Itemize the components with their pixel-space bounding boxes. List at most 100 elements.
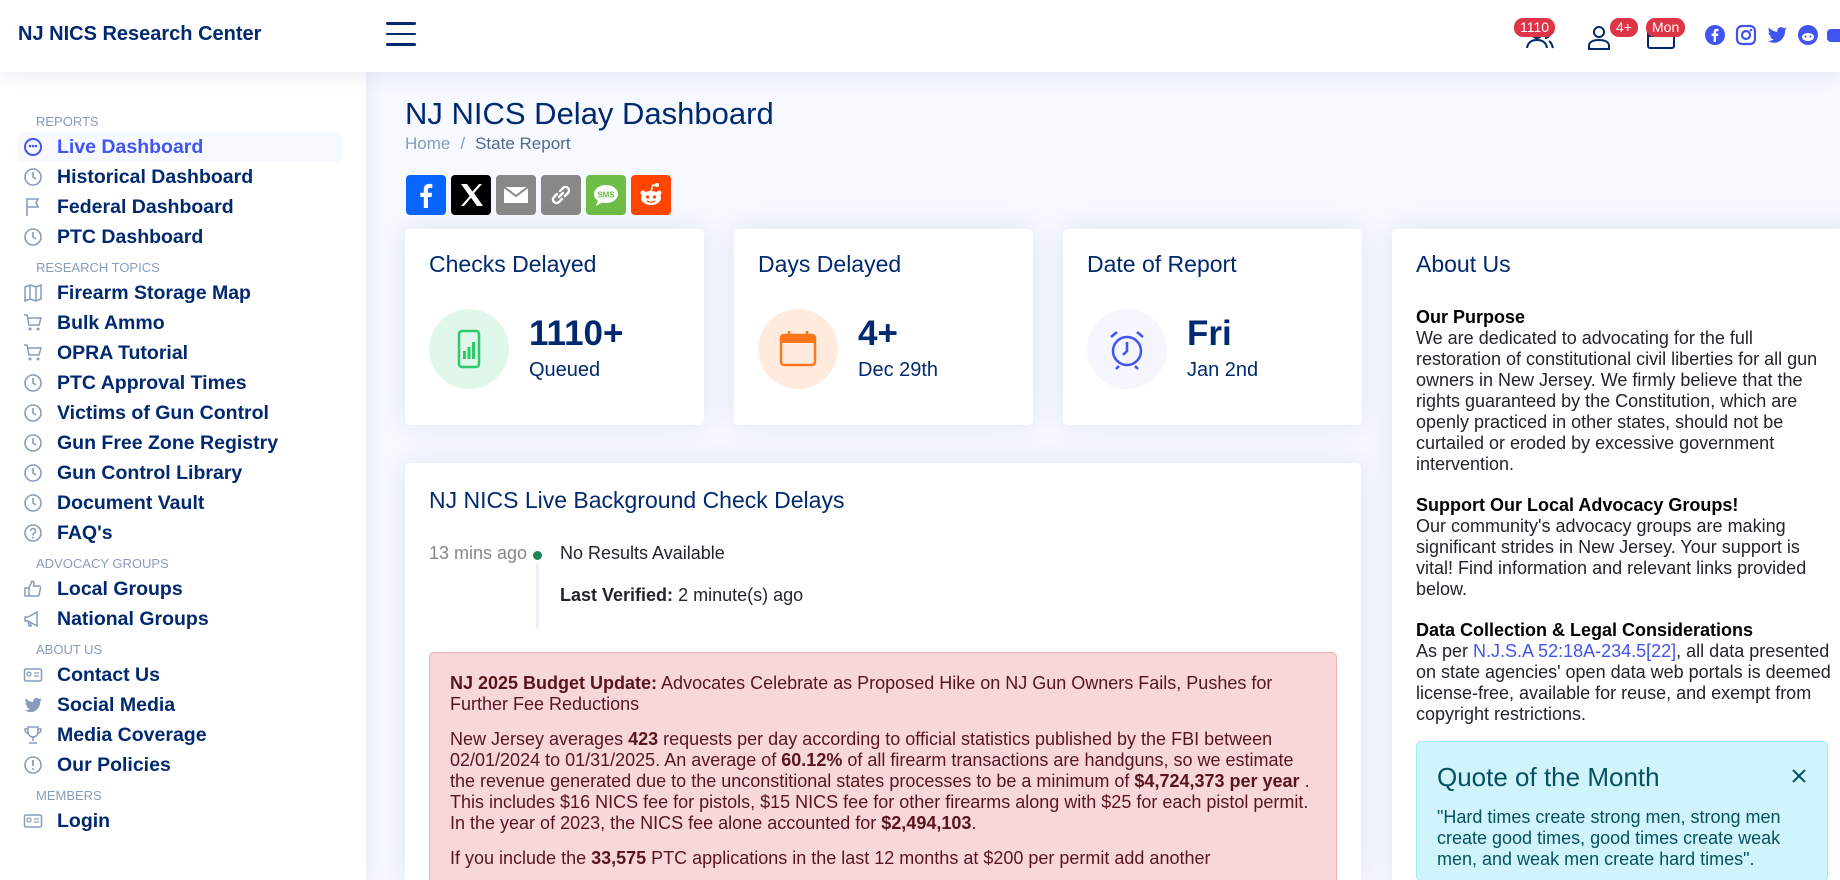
days-badge: 4+ (1610, 18, 1638, 37)
breadcrumb-home-link[interactable]: Home (405, 134, 450, 153)
breadcrumb: Home / State Report (405, 134, 571, 154)
sidebar-item-label: FAQ's (57, 521, 113, 544)
question-circle-icon (22, 522, 44, 544)
last-verified-label: Last Verified: (560, 585, 674, 605)
card-title: NJ NICS Live Background Check Delays (429, 487, 845, 513)
breadcrumb-current: State Report (475, 134, 571, 153)
sidebar-item-firearm-storage-map[interactable]: Firearm Storage Map (18, 278, 342, 308)
sidebar-item-label: Document Vault (57, 491, 205, 514)
alert-bold: $2,494,103 (881, 813, 972, 833)
share-reddit-button[interactable] (631, 175, 671, 215)
svg-text:SMS: SMS (597, 191, 615, 200)
reddit-icon[interactable] (1797, 24, 1819, 46)
share-copy-link-button[interactable] (541, 175, 581, 215)
sidebar-item-live-dashboard[interactable]: Live Dashboard (18, 132, 342, 162)
hamburger-line (386, 32, 416, 35)
support-heading: Support Our Local Advocacy Groups! (1416, 495, 1739, 515)
sidebar-item-ptc-approval-times[interactable]: PTC Approval Times (18, 368, 342, 398)
date-of-report-card: Date of Report Fri Jan 2nd (1063, 229, 1362, 425)
queued-users-nav-button[interactable]: 1110 (1514, 18, 1559, 50)
alert-paragraph: New Jersey averages 423 requests per day… (450, 729, 1316, 834)
checks-delayed-sub: Queued (529, 359, 601, 381)
contact-card-icon (22, 664, 44, 686)
sidebar-item-label: Victims of Gun Control (57, 401, 269, 424)
sidebar-item-social-media[interactable]: Social Media (18, 690, 342, 720)
sidebar-item-label: National Groups (57, 607, 209, 630)
sidebar-item-ptc-dashboard[interactable]: PTC Dashboard (18, 222, 342, 252)
brand-logo-text[interactable]: NJ NICS Research Center (18, 23, 261, 46)
sidebar-item-label: Bulk Ammo (57, 311, 165, 334)
sidebar-item-opra-tutorial[interactable]: OPRA Tutorial (18, 338, 342, 368)
sidebar-item-label: Our Policies (57, 753, 171, 776)
days-nav-button[interactable]: 4+ (1586, 18, 1638, 50)
facebook-icon (420, 183, 433, 208)
sidebar-item-victims-of-gun-control[interactable]: Victims of Gun Control (18, 398, 342, 428)
sms-icon: SMS (594, 185, 618, 206)
sidebar-item-bulk-ammo[interactable]: Bulk Ammo (18, 308, 342, 338)
sidebar-item-label: Live Dashboard (57, 135, 204, 158)
sidebar-item-gun-control-library[interactable]: Gun Control Library (18, 458, 342, 488)
flag-icon (22, 196, 44, 218)
sidebar-item-our-policies[interactable]: Our Policies (18, 750, 342, 780)
contact-card-icon (22, 810, 44, 832)
alert-bold: 423 (628, 729, 659, 749)
sidebar-heading-research: RESEARCH TOPICS (36, 260, 160, 275)
sidebar-item-gun-free-zone-registry[interactable]: Gun Free Zone Registry (18, 428, 342, 458)
sidebar-heading-reports: REPORTS (36, 114, 99, 129)
sidebar-heading-about: ABOUT US (36, 642, 103, 657)
calendar-nav-button[interactable]: Mon (1646, 18, 1686, 50)
checks-delayed-value: 1110+ (529, 314, 624, 353)
youtube-icon[interactable] (1826, 24, 1840, 46)
queued-badge: 1110 (1514, 18, 1556, 37)
statute-link[interactable]: N.J.S.A 52:18A-234.5[22] (1473, 641, 1676, 661)
last-verified-value: 2 minute(s) ago (678, 585, 804, 605)
sidebar-item-label: Federal Dashboard (57, 195, 234, 218)
about-us-card: About Us Our Purpose We are dedicated to… (1392, 229, 1840, 880)
sidebar-item-local-groups[interactable]: Local Groups (18, 574, 342, 604)
card-title: Days Delayed (758, 251, 902, 277)
alert-headline: NJ 2025 Budget Update: Advocates Celebra… (450, 673, 1316, 715)
twitter-icon[interactable] (1766, 24, 1788, 46)
close-icon[interactable] (1789, 766, 1809, 786)
timeline-status-text: No Results Available (560, 543, 725, 563)
sidebar-item-faqs[interactable]: FAQ's (18, 518, 342, 548)
menu-toggle-button[interactable] (386, 22, 416, 48)
reddit-icon (640, 183, 662, 205)
clock-icon (22, 372, 44, 394)
share-x-button[interactable] (451, 175, 491, 215)
exclamation-circle-icon (22, 754, 44, 776)
sidebar-item-national-groups[interactable]: National Groups (18, 604, 342, 634)
alert-text: If you include the (450, 848, 592, 868)
trophy-icon (22, 724, 44, 746)
alert-paragraph: If you include the 33,575 PTC applicatio… (450, 848, 1316, 869)
sidebar-heading-members: MEMBERS (36, 788, 102, 803)
card-title: Checks Delayed (429, 251, 597, 277)
share-sms-button[interactable]: SMS (586, 175, 626, 215)
map-icon (22, 282, 44, 304)
sidebar-item-label: Local Groups (57, 577, 183, 600)
sidebar-item-federal-dashboard[interactable]: Federal Dashboard (18, 192, 342, 222)
clock-icon (22, 166, 44, 188)
facebook-icon[interactable] (1704, 24, 1726, 46)
sidebar: REPORTS Live Dashboard Historical Dashbo… (0, 72, 366, 880)
sidebar-item-media-coverage[interactable]: Media Coverage (18, 720, 342, 750)
sidebar-item-contact-us[interactable]: Contact Us (18, 660, 342, 690)
days-delayed-value: 4+ (858, 314, 898, 353)
card-title: Date of Report (1087, 251, 1237, 277)
sidebar-item-label: Contact Us (57, 663, 160, 686)
sidebar-item-label: OPRA Tutorial (57, 341, 189, 364)
breadcrumb-separator: / (460, 134, 466, 153)
twitter-icon (22, 694, 44, 716)
top-header: NJ NICS Research Center 1110 4+ Mon (0, 0, 1840, 72)
share-email-button[interactable] (496, 175, 536, 215)
thumbs-up-icon (22, 578, 44, 600)
clock-icon (22, 402, 44, 424)
share-facebook-button[interactable] (406, 175, 446, 215)
instagram-icon[interactable] (1735, 24, 1757, 46)
cart-icon (22, 312, 44, 334)
sidebar-item-historical-dashboard[interactable]: Historical Dashboard (18, 162, 342, 192)
days-delayed-card: Days Delayed 4+ Dec 29th (734, 229, 1033, 425)
sidebar-item-login[interactable]: Login (18, 806, 342, 836)
purpose-heading: Our Purpose (1416, 307, 1526, 327)
sidebar-item-document-vault[interactable]: Document Vault (18, 488, 342, 518)
